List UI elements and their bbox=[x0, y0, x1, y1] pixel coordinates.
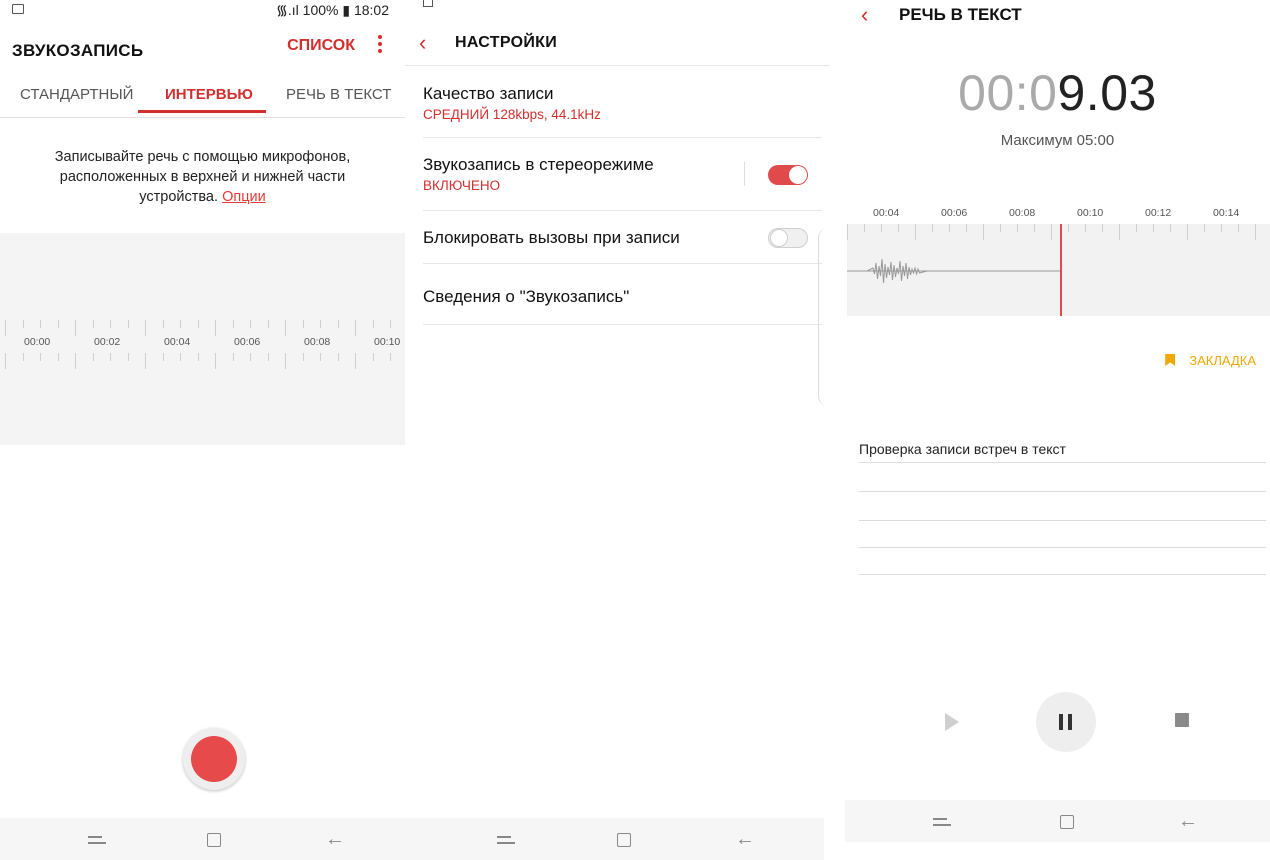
timeline-label: 00:08 bbox=[304, 336, 331, 348]
home-icon[interactable] bbox=[207, 833, 221, 847]
transcript-line bbox=[859, 491, 1266, 492]
page-title: РЕЧЬ В ТЕКСТ bbox=[899, 5, 1022, 24]
tab-interview[interactable]: ИНТЕРВЬЮ bbox=[165, 86, 253, 103]
timeline-label: 00:04 bbox=[164, 336, 191, 348]
bookmark-icon bbox=[1165, 354, 1176, 366]
gallery-icon bbox=[12, 4, 24, 14]
settings-screen: ‹ НАСТРОЙКИ Качество записи СРЕДНИЙ 128k… bbox=[405, 0, 830, 860]
setting-subtitle: ВКЛЮЧЕНО bbox=[423, 178, 501, 193]
timeline-label: 00:02 bbox=[94, 336, 121, 348]
timeline-label: 00:06 bbox=[941, 207, 968, 219]
tab-standard[interactable]: СТАНДАРТНЫЙ bbox=[20, 86, 133, 103]
timeline-labels: 00:04 00:06 00:08 00:10 00:12 00:14 bbox=[845, 207, 1270, 221]
options-link[interactable]: Опции bbox=[222, 189, 266, 205]
back-icon[interactable]: ← bbox=[735, 828, 755, 851]
divider bbox=[744, 162, 745, 186]
app-title: ЗВУКОЗАПИСЬ bbox=[12, 41, 144, 60]
waveform bbox=[847, 258, 1060, 284]
record-button[interactable] bbox=[183, 728, 245, 790]
back-icon[interactable]: ← bbox=[325, 828, 345, 851]
stereo-toggle[interactable] bbox=[768, 165, 808, 185]
timeline-label: 00:04 bbox=[873, 207, 900, 219]
block-calls-toggle[interactable] bbox=[768, 228, 808, 248]
system-navbar: ← bbox=[0, 818, 405, 860]
home-icon[interactable] bbox=[617, 833, 631, 847]
active-tab-indicator bbox=[138, 110, 266, 113]
back-icon[interactable]: ← bbox=[1178, 810, 1198, 833]
setting-block-calls[interactable]: Блокировать вызовы при записи bbox=[423, 228, 822, 264]
setting-about[interactable]: Сведения о "Звукозапись" bbox=[423, 287, 822, 325]
setting-title: Звукозапись в стереорежиме bbox=[423, 155, 654, 174]
status-bar bbox=[405, 0, 830, 12]
more-vert-icon[interactable] bbox=[375, 35, 385, 55]
interview-description: Записывайте речь с помощью микрофонов, р… bbox=[20, 147, 385, 207]
back-arrow-icon[interactable]: ‹ bbox=[861, 2, 868, 28]
playhead[interactable] bbox=[1060, 224, 1062, 316]
timeline-labels: 00:00 00:02 00:04 00:06 00:08 00:10 bbox=[0, 336, 405, 350]
recording-timer: 00:09.03 bbox=[845, 64, 1270, 122]
transcript-line bbox=[859, 547, 1266, 548]
timer-dim: 00:0 bbox=[958, 65, 1058, 121]
setting-stereo[interactable]: Звукозапись в стереорежиме ВКЛЮЧЕНО bbox=[423, 155, 822, 211]
setting-title: Качество записи bbox=[423, 84, 554, 103]
list-button[interactable]: СПИСОК bbox=[287, 37, 355, 55]
setting-title: Сведения о "Звукозапись" bbox=[423, 287, 630, 306]
transcript-text: Проверка записи встреч в текст bbox=[859, 441, 1066, 457]
bookmark-button[interactable]: ЗАКЛАДКА bbox=[1165, 353, 1256, 368]
home-icon[interactable] bbox=[1060, 815, 1074, 829]
settings-header: ‹ НАСТРОЙКИ bbox=[405, 22, 830, 66]
timeline-ticks-top bbox=[0, 320, 405, 336]
timeline-label: 00:12 bbox=[1145, 207, 1172, 219]
description-text: Записывайте речь с помощью микрофонов, р… bbox=[54, 149, 351, 205]
transcript-line bbox=[859, 462, 1266, 463]
timeline-ticks-bottom bbox=[0, 353, 405, 369]
edge-panel-handle[interactable] bbox=[818, 228, 830, 406]
gallery-icon bbox=[423, 0, 433, 7]
pause-button[interactable] bbox=[1036, 692, 1096, 752]
setting-quality[interactable]: Качество записи СРЕДНИЙ 128kbps, 44.1kHz bbox=[423, 84, 822, 138]
play-icon[interactable] bbox=[945, 713, 959, 731]
timeline-label: 00:00 bbox=[24, 336, 51, 348]
transcript-line bbox=[859, 574, 1266, 575]
setting-subtitle: СРЕДНИЙ 128kbps, 44.1kHz bbox=[423, 107, 601, 122]
stop-icon[interactable] bbox=[1175, 713, 1189, 727]
pause-icon bbox=[1059, 714, 1063, 730]
recents-icon[interactable] bbox=[497, 834, 515, 846]
recents-icon[interactable] bbox=[88, 834, 106, 846]
status-bar: ᯾.ıl 100% ▮ 18:02 bbox=[0, 0, 405, 22]
system-navbar: ← bbox=[845, 800, 1270, 842]
status-right: ᯾.ıl 100% ▮ 18:02 bbox=[275, 2, 389, 18]
transcript-line bbox=[859, 520, 1266, 521]
system-navbar: ← bbox=[405, 818, 824, 860]
setting-title: Блокировать вызовы при записи bbox=[423, 228, 680, 247]
tab-speech-to-text[interactable]: РЕЧЬ В ТЕКСТ bbox=[286, 86, 391, 103]
back-arrow-icon[interactable]: ‹ bbox=[419, 30, 426, 56]
record-icon bbox=[191, 736, 237, 782]
timeline-label: 00:06 bbox=[234, 336, 261, 348]
timeline-label: 00:10 bbox=[1077, 207, 1104, 219]
waveform-area bbox=[847, 224, 1270, 316]
timeline-label: 00:10 bbox=[374, 336, 401, 348]
timer-bold: 9.03 bbox=[1057, 65, 1157, 121]
timeline-label: 00:08 bbox=[1009, 207, 1036, 219]
timeline-label: 00:14 bbox=[1213, 207, 1240, 219]
mode-tabs: СТАНДАРТНЫЙ ИНТЕРВЬЮ РЕЧЬ В ТЕКСТ bbox=[0, 78, 405, 118]
max-duration-label: Максимум 05:00 bbox=[1000, 132, 1115, 149]
bookmark-label: ЗАКЛАДКА bbox=[1189, 353, 1256, 368]
waveform-area: 00:00 00:02 00:04 00:06 00:08 00:10 bbox=[0, 233, 405, 445]
speech-to-text-recording-screen: ‹ РЕЧЬ В ТЕКСТ 00:09.03 Максимум 05:00 0… bbox=[845, 0, 1270, 860]
recorder-interview-screen: ᯾.ıl 100% ▮ 18:02 ЗВУКОЗАПИСЬ СПИСОК СТА… bbox=[0, 0, 405, 860]
page-title: НАСТРОЙКИ bbox=[455, 34, 558, 51]
recents-icon[interactable] bbox=[933, 816, 951, 828]
